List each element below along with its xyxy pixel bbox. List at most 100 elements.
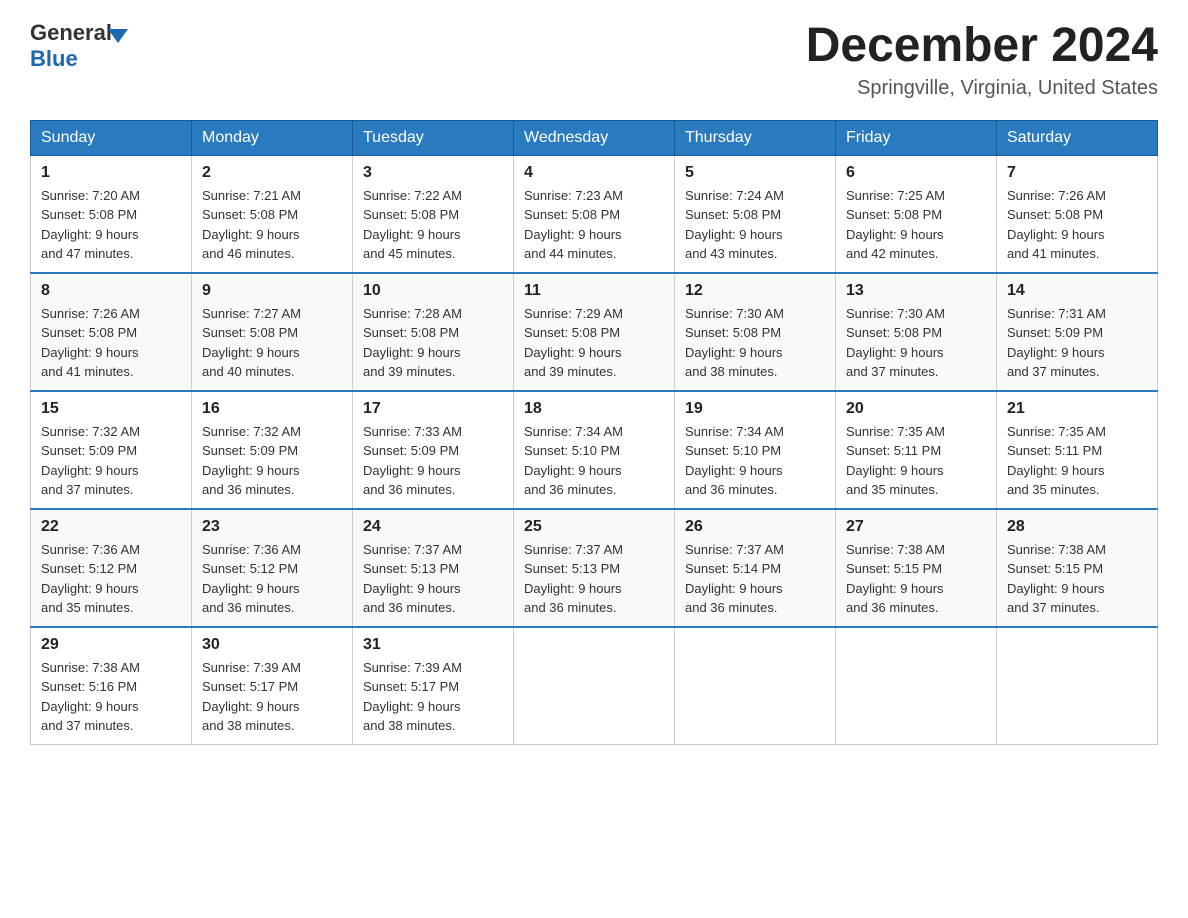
- day-info: Sunrise: 7:26 AM Sunset: 5:08 PM Dayligh…: [41, 304, 181, 382]
- calendar-cell: [514, 627, 675, 745]
- day-info: Sunrise: 7:34 AM Sunset: 5:10 PM Dayligh…: [524, 422, 664, 500]
- calendar-cell: [997, 627, 1158, 745]
- day-number: 18: [524, 400, 664, 418]
- header-thursday: Thursday: [675, 120, 836, 155]
- header-monday: Monday: [192, 120, 353, 155]
- day-info: Sunrise: 7:23 AM Sunset: 5:08 PM Dayligh…: [524, 186, 664, 264]
- calendar-cell: 7 Sunrise: 7:26 AM Sunset: 5:08 PM Dayli…: [997, 155, 1158, 273]
- day-number: 19: [685, 400, 825, 418]
- day-info: Sunrise: 7:35 AM Sunset: 5:11 PM Dayligh…: [846, 422, 986, 500]
- day-info: Sunrise: 7:22 AM Sunset: 5:08 PM Dayligh…: [363, 186, 503, 264]
- calendar-cell: 20 Sunrise: 7:35 AM Sunset: 5:11 PM Dayl…: [836, 391, 997, 509]
- day-info: Sunrise: 7:20 AM Sunset: 5:08 PM Dayligh…: [41, 186, 181, 264]
- calendar-cell: 25 Sunrise: 7:37 AM Sunset: 5:13 PM Dayl…: [514, 509, 675, 627]
- day-info: Sunrise: 7:25 AM Sunset: 5:08 PM Dayligh…: [846, 186, 986, 264]
- calendar-week-row: 1 Sunrise: 7:20 AM Sunset: 5:08 PM Dayli…: [31, 155, 1158, 273]
- header-tuesday: Tuesday: [353, 120, 514, 155]
- calendar-cell: 26 Sunrise: 7:37 AM Sunset: 5:14 PM Dayl…: [675, 509, 836, 627]
- day-info: Sunrise: 7:38 AM Sunset: 5:15 PM Dayligh…: [1007, 540, 1147, 618]
- day-info: Sunrise: 7:37 AM Sunset: 5:13 PM Dayligh…: [524, 540, 664, 618]
- calendar-cell: [836, 627, 997, 745]
- day-info: Sunrise: 7:31 AM Sunset: 5:09 PM Dayligh…: [1007, 304, 1147, 382]
- day-number: 29: [41, 636, 181, 654]
- calendar-table: Sunday Monday Tuesday Wednesday Thursday…: [30, 120, 1158, 745]
- calendar-cell: 13 Sunrise: 7:30 AM Sunset: 5:08 PM Dayl…: [836, 273, 997, 391]
- location-subtitle: Springville, Virginia, United States: [806, 77, 1158, 100]
- day-info: Sunrise: 7:30 AM Sunset: 5:08 PM Dayligh…: [685, 304, 825, 382]
- calendar-cell: 28 Sunrise: 7:38 AM Sunset: 5:15 PM Dayl…: [997, 509, 1158, 627]
- day-info: Sunrise: 7:28 AM Sunset: 5:08 PM Dayligh…: [363, 304, 503, 382]
- calendar-cell: 16 Sunrise: 7:32 AM Sunset: 5:09 PM Dayl…: [192, 391, 353, 509]
- calendar-cell: 24 Sunrise: 7:37 AM Sunset: 5:13 PM Dayl…: [353, 509, 514, 627]
- title-section: December 2024 Springville, Virginia, Uni…: [806, 20, 1158, 100]
- calendar-cell: 27 Sunrise: 7:38 AM Sunset: 5:15 PM Dayl…: [836, 509, 997, 627]
- day-number: 27: [846, 518, 986, 536]
- calendar-cell: 21 Sunrise: 7:35 AM Sunset: 5:11 PM Dayl…: [997, 391, 1158, 509]
- day-number: 8: [41, 282, 181, 300]
- calendar-cell: 3 Sunrise: 7:22 AM Sunset: 5:08 PM Dayli…: [353, 155, 514, 273]
- calendar-cell: 12 Sunrise: 7:30 AM Sunset: 5:08 PM Dayl…: [675, 273, 836, 391]
- calendar-cell: 23 Sunrise: 7:36 AM Sunset: 5:12 PM Dayl…: [192, 509, 353, 627]
- calendar-week-row: 15 Sunrise: 7:32 AM Sunset: 5:09 PM Dayl…: [31, 391, 1158, 509]
- day-info: Sunrise: 7:24 AM Sunset: 5:08 PM Dayligh…: [685, 186, 825, 264]
- calendar-cell: 1 Sunrise: 7:20 AM Sunset: 5:08 PM Dayli…: [31, 155, 192, 273]
- header-saturday: Saturday: [997, 120, 1158, 155]
- day-number: 2: [202, 164, 342, 182]
- day-number: 30: [202, 636, 342, 654]
- day-info: Sunrise: 7:37 AM Sunset: 5:13 PM Dayligh…: [363, 540, 503, 618]
- logo-arrow-icon: [108, 29, 128, 43]
- calendar-cell: [675, 627, 836, 745]
- calendar-cell: 2 Sunrise: 7:21 AM Sunset: 5:08 PM Dayli…: [192, 155, 353, 273]
- day-number: 10: [363, 282, 503, 300]
- calendar-cell: 10 Sunrise: 7:28 AM Sunset: 5:08 PM Dayl…: [353, 273, 514, 391]
- calendar-cell: 15 Sunrise: 7:32 AM Sunset: 5:09 PM Dayl…: [31, 391, 192, 509]
- day-number: 11: [524, 282, 664, 300]
- day-info: Sunrise: 7:27 AM Sunset: 5:08 PM Dayligh…: [202, 304, 342, 382]
- month-title: December 2024: [806, 20, 1158, 73]
- calendar-cell: 30 Sunrise: 7:39 AM Sunset: 5:17 PM Dayl…: [192, 627, 353, 745]
- header-sunday: Sunday: [31, 120, 192, 155]
- day-info: Sunrise: 7:36 AM Sunset: 5:12 PM Dayligh…: [41, 540, 181, 618]
- weekday-header-row: Sunday Monday Tuesday Wednesday Thursday…: [31, 120, 1158, 155]
- header-friday: Friday: [836, 120, 997, 155]
- day-info: Sunrise: 7:33 AM Sunset: 5:09 PM Dayligh…: [363, 422, 503, 500]
- day-info: Sunrise: 7:32 AM Sunset: 5:09 PM Dayligh…: [41, 422, 181, 500]
- logo: General Blue: [30, 20, 128, 72]
- day-info: Sunrise: 7:36 AM Sunset: 5:12 PM Dayligh…: [202, 540, 342, 618]
- day-number: 21: [1007, 400, 1147, 418]
- day-number: 16: [202, 400, 342, 418]
- day-number: 17: [363, 400, 503, 418]
- day-info: Sunrise: 7:29 AM Sunset: 5:08 PM Dayligh…: [524, 304, 664, 382]
- calendar-cell: 17 Sunrise: 7:33 AM Sunset: 5:09 PM Dayl…: [353, 391, 514, 509]
- calendar-cell: 19 Sunrise: 7:34 AM Sunset: 5:10 PM Dayl…: [675, 391, 836, 509]
- day-info: Sunrise: 7:30 AM Sunset: 5:08 PM Dayligh…: [846, 304, 986, 382]
- calendar-week-row: 8 Sunrise: 7:26 AM Sunset: 5:08 PM Dayli…: [31, 273, 1158, 391]
- day-info: Sunrise: 7:26 AM Sunset: 5:08 PM Dayligh…: [1007, 186, 1147, 264]
- day-number: 1: [41, 164, 181, 182]
- calendar-cell: 6 Sunrise: 7:25 AM Sunset: 5:08 PM Dayli…: [836, 155, 997, 273]
- day-info: Sunrise: 7:39 AM Sunset: 5:17 PM Dayligh…: [363, 658, 503, 736]
- day-number: 6: [846, 164, 986, 182]
- day-info: Sunrise: 7:32 AM Sunset: 5:09 PM Dayligh…: [202, 422, 342, 500]
- calendar-cell: 9 Sunrise: 7:27 AM Sunset: 5:08 PM Dayli…: [192, 273, 353, 391]
- day-number: 31: [363, 636, 503, 654]
- day-info: Sunrise: 7:21 AM Sunset: 5:08 PM Dayligh…: [202, 186, 342, 264]
- day-number: 12: [685, 282, 825, 300]
- day-number: 25: [524, 518, 664, 536]
- day-number: 23: [202, 518, 342, 536]
- day-number: 13: [846, 282, 986, 300]
- calendar-week-row: 29 Sunrise: 7:38 AM Sunset: 5:16 PM Dayl…: [31, 627, 1158, 745]
- page-header: General Blue December 2024 Springville, …: [30, 20, 1158, 100]
- calendar-cell: 4 Sunrise: 7:23 AM Sunset: 5:08 PM Dayli…: [514, 155, 675, 273]
- calendar-cell: 29 Sunrise: 7:38 AM Sunset: 5:16 PM Dayl…: [31, 627, 192, 745]
- day-info: Sunrise: 7:38 AM Sunset: 5:15 PM Dayligh…: [846, 540, 986, 618]
- day-number: 26: [685, 518, 825, 536]
- logo-general-text: General: [30, 20, 112, 46]
- calendar-cell: 5 Sunrise: 7:24 AM Sunset: 5:08 PM Dayli…: [675, 155, 836, 273]
- calendar-cell: 8 Sunrise: 7:26 AM Sunset: 5:08 PM Dayli…: [31, 273, 192, 391]
- day-info: Sunrise: 7:37 AM Sunset: 5:14 PM Dayligh…: [685, 540, 825, 618]
- day-info: Sunrise: 7:39 AM Sunset: 5:17 PM Dayligh…: [202, 658, 342, 736]
- day-number: 28: [1007, 518, 1147, 536]
- day-number: 7: [1007, 164, 1147, 182]
- calendar-cell: 31 Sunrise: 7:39 AM Sunset: 5:17 PM Dayl…: [353, 627, 514, 745]
